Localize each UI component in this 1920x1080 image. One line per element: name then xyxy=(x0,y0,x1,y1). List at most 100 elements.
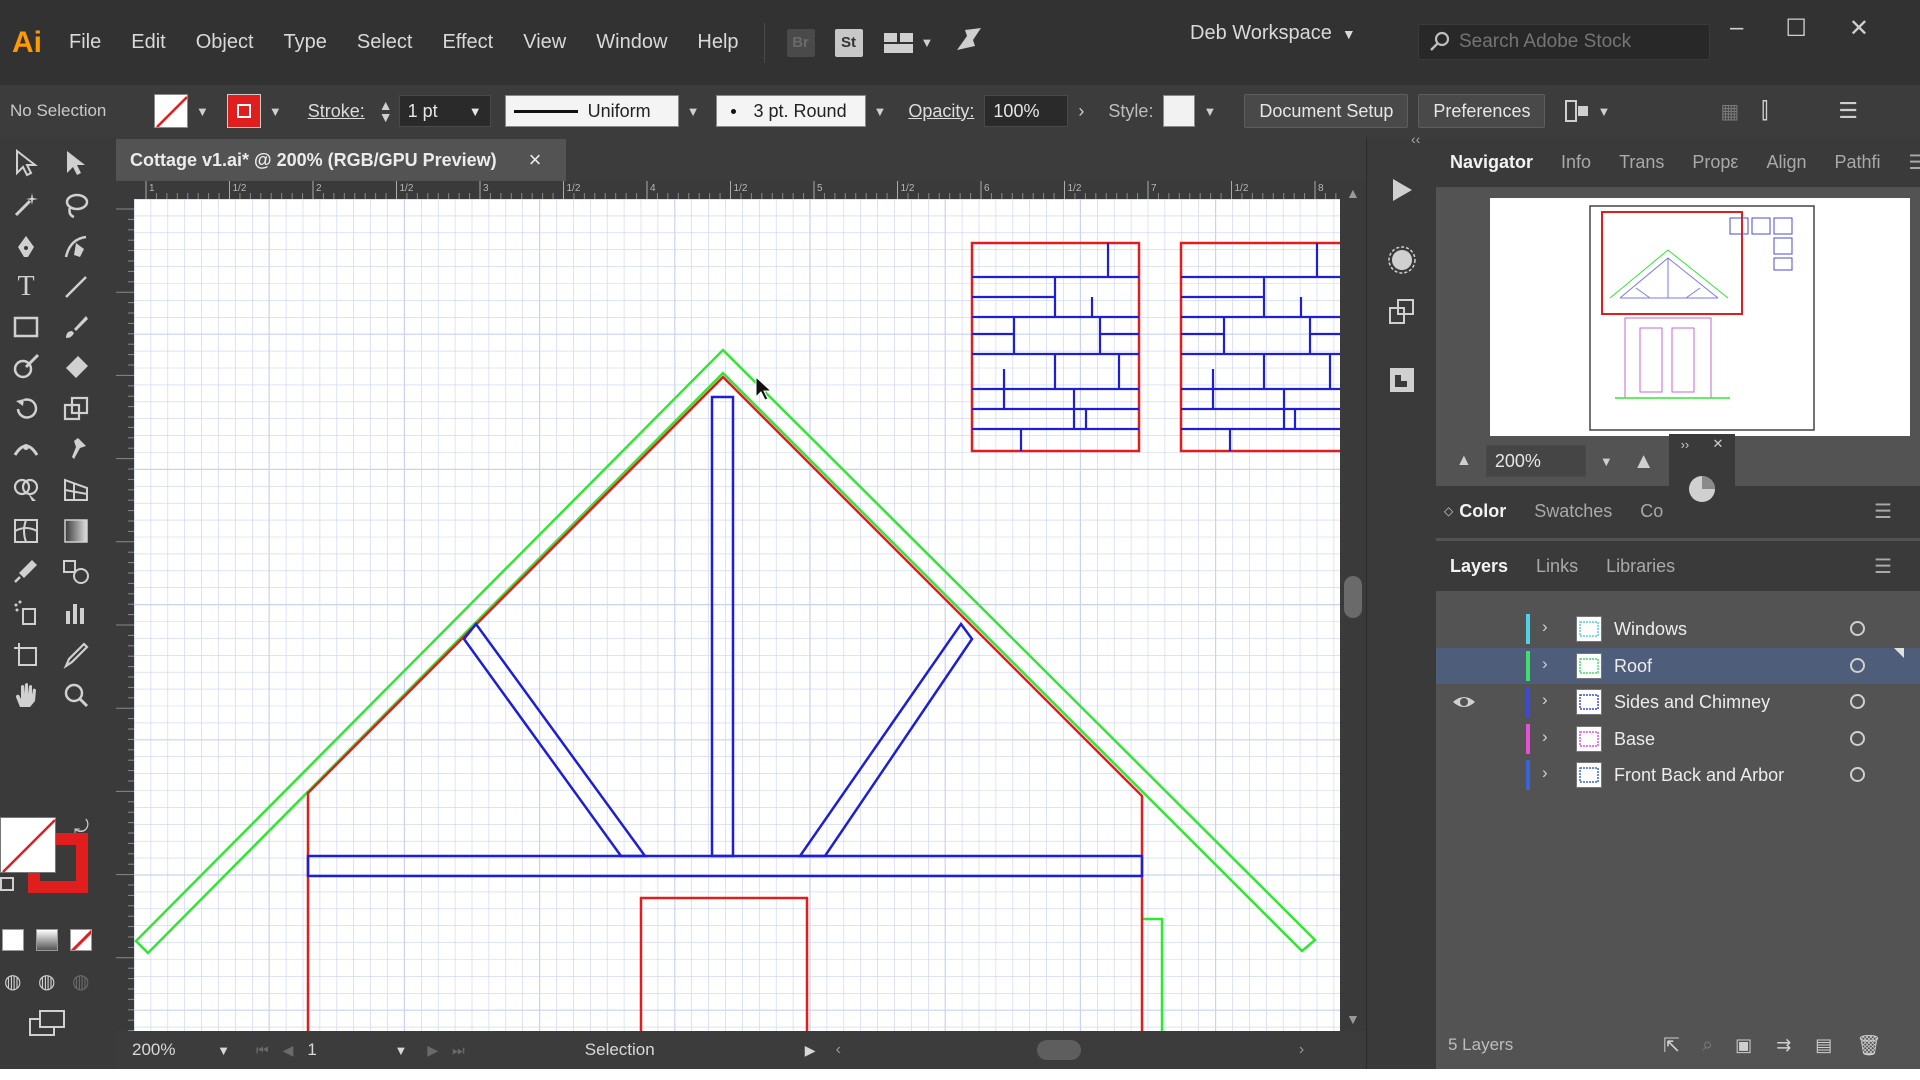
scroll-left-icon[interactable]: ‹ xyxy=(836,1041,841,1059)
chevron-down-icon[interactable]: ▼ xyxy=(1600,454,1613,469)
layer-target-icon[interactable] xyxy=(1850,657,1865,673)
scroll-down-icon[interactable]: ▼ xyxy=(1346,1011,1360,1027)
artboard-tool-icon[interactable] xyxy=(4,635,48,675)
menu-window[interactable]: Window xyxy=(581,31,682,54)
brush-select[interactable]: 3 pt. Round xyxy=(715,95,866,127)
layer-target-icon[interactable] xyxy=(1850,767,1865,782)
screen-mode-icon[interactable] xyxy=(28,1009,68,1039)
bridge-icon[interactable]: Br xyxy=(786,28,815,57)
trash-icon[interactable]: 🗑 xyxy=(1856,1033,1881,1058)
blend-tool-icon[interactable] xyxy=(54,551,98,591)
grid-icon[interactable]: ▦ xyxy=(1720,99,1739,124)
default-fill-stroke-icon[interactable] xyxy=(0,877,14,891)
vertical-ruler[interactable] xyxy=(116,199,134,1032)
navigator-preview[interactable] xyxy=(1490,198,1910,436)
close-tab-icon[interactable]: × xyxy=(529,147,542,173)
next-artboard-icon[interactable]: ▶ xyxy=(427,1042,438,1059)
floating-panel-header[interactable]: ›› ✕ xyxy=(1669,434,1735,454)
tab-align[interactable]: Align xyxy=(1752,152,1820,173)
stroke-stepper-icon[interactable]: ▲ ▼ xyxy=(379,98,393,124)
draw-inside-icon[interactable]: ◍ xyxy=(72,969,89,994)
fill-indicator[interactable] xyxy=(0,817,56,873)
tab-libraries[interactable]: Libraries xyxy=(1592,556,1689,577)
appearance-icon[interactable] xyxy=(1385,243,1419,277)
close-icon[interactable]: ✕ xyxy=(1849,14,1869,43)
gradient-mode-icon[interactable] xyxy=(36,929,58,951)
zoom-out-icon[interactable]: ▲ xyxy=(1456,452,1472,470)
menu-help[interactable]: Help xyxy=(682,31,753,54)
maximize-icon[interactable]: ☐ xyxy=(1785,14,1807,43)
stroke-label[interactable]: Stroke: xyxy=(308,101,365,122)
tab-navigator[interactable]: Navigator xyxy=(1436,152,1547,173)
transform-icon[interactable]: ⫿ xyxy=(1761,98,1768,124)
expand-layer-chevron-icon[interactable]: › xyxy=(1542,763,1548,783)
layer-target-icon[interactable] xyxy=(1850,730,1865,746)
menu-file[interactable]: File xyxy=(54,31,116,54)
puppet-warp-tool-icon[interactable] xyxy=(54,429,98,469)
stroke-profile-select[interactable]: Uniform xyxy=(504,95,679,127)
expand-layer-chevron-icon[interactable]: › xyxy=(1542,690,1548,710)
mesh-tool-icon[interactable] xyxy=(4,511,48,551)
graphic-style-swatch[interactable] xyxy=(1163,95,1196,127)
draw-behind-icon[interactable]: ◍ xyxy=(38,969,55,994)
cottage-artwork[interactable] xyxy=(134,199,1340,1031)
visibility-eye-icon[interactable] xyxy=(1452,692,1476,712)
stroke-weight-field[interactable]: 1 pt ▼ xyxy=(398,95,491,127)
layer-row[interactable]: › Sides and Chimney xyxy=(1436,684,1920,720)
horizontal-scroll-thumb[interactable] xyxy=(1036,1040,1081,1060)
scroll-thumb[interactable] xyxy=(1344,576,1362,618)
rotate-tool-icon[interactable] xyxy=(4,389,48,429)
stock-search-input[interactable] xyxy=(1459,31,1699,53)
close-floating-panel-icon[interactable]: ✕ xyxy=(1712,436,1723,452)
eyedropper-tool-icon[interactable] xyxy=(4,551,48,591)
shape-builder-tool-icon[interactable] xyxy=(4,469,48,509)
chevron-down-icon[interactable]: ▼ xyxy=(196,104,209,119)
fill-stroke-widget[interactable]: ⤾ xyxy=(0,817,116,897)
floating-panel-body[interactable] xyxy=(1669,454,1735,524)
previous-artboard-icon[interactable]: ◀ xyxy=(283,1042,294,1059)
export-icon[interactable]: ⇱ xyxy=(1663,1033,1680,1058)
new-sublayer-icon[interactable]: ⇉ xyxy=(1776,1035,1791,1056)
align-options-icon[interactable]: ▼ xyxy=(1563,98,1610,124)
panel-menu-icon[interactable]: ☰ xyxy=(1838,98,1858,124)
tab-color[interactable]: Color xyxy=(1453,501,1520,522)
layer-row[interactable]: › Front Back and Arbor xyxy=(1436,757,1920,793)
rectangle-tool-icon[interactable] xyxy=(4,307,48,347)
panel-menu-icon[interactable]: ☰ xyxy=(1860,554,1906,579)
stock-icon[interactable]: St xyxy=(834,28,863,57)
workspace-switcher[interactable]: Deb Workspace ▼ xyxy=(1190,22,1356,45)
menu-type[interactable]: Type xyxy=(269,31,342,54)
swap-fill-stroke-icon[interactable]: ⤾ xyxy=(74,817,89,838)
first-artboard-icon[interactable]: ⏮ xyxy=(256,1042,269,1059)
chevron-down-icon[interactable]: ▼ xyxy=(1203,104,1216,119)
artboard-canvas[interactable] xyxy=(134,199,1340,1031)
stroke-swatch[interactable] xyxy=(226,94,261,128)
menu-edit[interactable]: Edit xyxy=(116,31,180,54)
horizontal-ruler[interactable]: 1 1/2 2 1/2 3 1/2 4 1/2 5 1/2 6 1/2 7 1/2 8 xyxy=(116,181,1389,199)
document-tab[interactable]: Cottage v1.ai* @ 200% (RGB/GPU Preview) … xyxy=(116,139,566,181)
visibility-eye-icon[interactable] xyxy=(1452,729,1476,749)
preferences-button[interactable]: Preferences xyxy=(1418,94,1546,128)
menu-select[interactable]: Select xyxy=(342,31,428,54)
collapse-panel-icon[interactable]: ‹‹ xyxy=(1411,131,1420,147)
visibility-eye-icon[interactable] xyxy=(1452,619,1476,639)
document-setup-button[interactable]: Document Setup xyxy=(1244,94,1409,128)
zoom-tool-icon[interactable] xyxy=(54,675,98,715)
artboard-select[interactable]: 1 ▼ xyxy=(307,1040,407,1060)
none-mode-icon[interactable] xyxy=(70,929,92,951)
visibility-eye-icon[interactable] xyxy=(1452,765,1476,785)
draw-normal-icon[interactable]: ◍ xyxy=(4,969,21,994)
layer-target-icon[interactable] xyxy=(1850,621,1865,636)
menu-view[interactable]: View xyxy=(508,31,581,54)
layer-row[interactable]: › Base xyxy=(1436,721,1920,757)
fill-none-swatch[interactable] xyxy=(154,94,188,128)
navigator-zoom-field[interactable]: 200% xyxy=(1485,445,1586,477)
color-mode-icon[interactable] xyxy=(2,929,24,951)
status-menu-icon[interactable]: ▶ xyxy=(805,1042,816,1059)
pen-tool-icon[interactable] xyxy=(4,227,48,267)
locate-object-icon[interactable]: ⌕ xyxy=(1702,1034,1713,1057)
transform-panel-icon[interactable] xyxy=(1385,295,1419,329)
paintbrush-tool-icon[interactable] xyxy=(54,307,98,347)
tab-layers[interactable]: Layers xyxy=(1436,556,1522,577)
shaper-tool-icon[interactable] xyxy=(4,347,48,387)
